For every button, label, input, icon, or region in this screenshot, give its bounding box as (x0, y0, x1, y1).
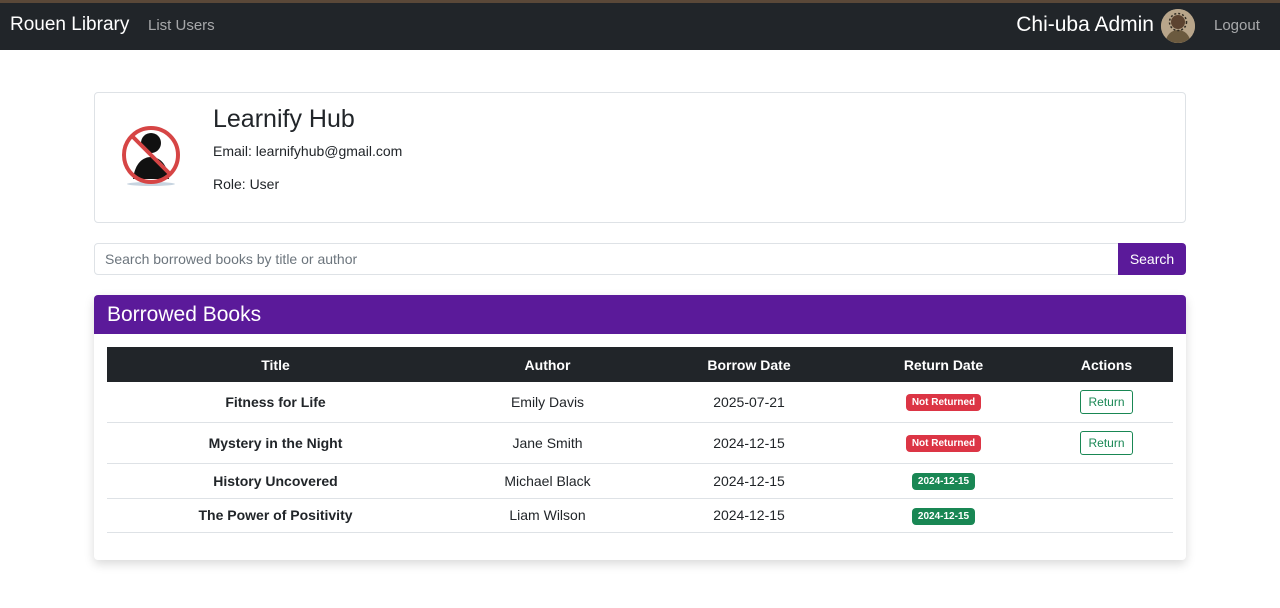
column-header-return-date: Return Date (847, 347, 1040, 382)
search-input[interactable] (94, 243, 1119, 275)
table-row: History Uncovered Michael Black 2024-12-… (107, 463, 1173, 499)
search-button[interactable]: Search (1118, 243, 1186, 275)
avatar[interactable] (1161, 9, 1195, 43)
book-author: Jane Smith (444, 422, 651, 464)
return-date-cell: 2024-12-15 (847, 498, 1040, 533)
profile-email: Email: learnifyhub@gmail.com (213, 143, 403, 159)
actions-cell: Return (1040, 422, 1173, 464)
book-title: History Uncovered (107, 463, 444, 499)
profile-role: Role: User (213, 176, 280, 192)
actions-cell: Return (1040, 382, 1173, 423)
borrow-date: 2024-12-15 (651, 422, 847, 464)
logout-link[interactable]: Logout (1214, 17, 1260, 34)
navbar: Rouen Library List Users Chi-uba Admin L… (0, 3, 1280, 50)
status-badge: 2024-12-15 (911, 473, 976, 490)
profile-card: Learnify Hub Email: learnifyhub@gmail.co… (94, 92, 1186, 223)
return-date-cell: 2024-12-15 (847, 463, 1040, 499)
status-badge: 2024-12-15 (911, 507, 976, 525)
borrow-date: 2024-12-15 (651, 463, 847, 499)
book-author: Liam Wilson (444, 498, 651, 533)
table-row: The Power of Positivity Liam Wilson 2024… (107, 498, 1173, 533)
borrowed-books-card: Borrowed Books Title Author Borrow Date … (94, 295, 1186, 560)
borrow-date: 2024-12-15 (651, 498, 847, 533)
book-author: Emily Davis (444, 382, 651, 423)
actions-cell (1040, 463, 1173, 499)
borrow-date: 2025-07-21 (651, 382, 847, 423)
admin-name: Chi-uba Admin (1016, 13, 1154, 36)
return-date-cell: Not Returned (847, 422, 1040, 464)
borrowed-books-header: Borrowed Books (94, 295, 1186, 334)
return-date-cell: Not Returned (847, 382, 1040, 423)
book-author: Michael Black (444, 463, 651, 499)
return-button[interactable]: Return (1080, 430, 1133, 455)
column-header-borrow-date: Borrow Date (651, 347, 847, 382)
column-header-author: Author (444, 347, 651, 382)
nav-link-list-users[interactable]: List Users (148, 17, 215, 34)
status-badge: Not Returned (905, 435, 982, 452)
table-header-row: Title Author Borrow Date Return Date Act… (107, 347, 1173, 382)
column-header-actions: Actions (1040, 347, 1173, 382)
brand-logo-text[interactable]: Rouen Library (10, 14, 129, 36)
column-header-title: Title (107, 347, 444, 382)
actions-cell (1040, 498, 1173, 533)
borrowed-books-table: Title Author Borrow Date Return Date Act… (107, 347, 1173, 533)
table-row: Mystery in the Night Jane Smith 2024-12-… (107, 422, 1173, 464)
status-badge: Not Returned (905, 394, 982, 412)
table-row: Fitness for Life Emily Davis 2025-07-21 … (107, 382, 1173, 423)
book-title: Mystery in the Night (107, 422, 444, 464)
profile-name: Learnify Hub (213, 105, 355, 133)
borrowed-books-title: Borrowed Books (107, 303, 262, 326)
return-button[interactable]: Return (1080, 389, 1133, 414)
book-title: The Power of Positivity (107, 498, 444, 533)
no-profile-picture-icon (119, 123, 183, 187)
user-photo-icon (1161, 9, 1195, 43)
book-title: Fitness for Life (107, 382, 444, 423)
